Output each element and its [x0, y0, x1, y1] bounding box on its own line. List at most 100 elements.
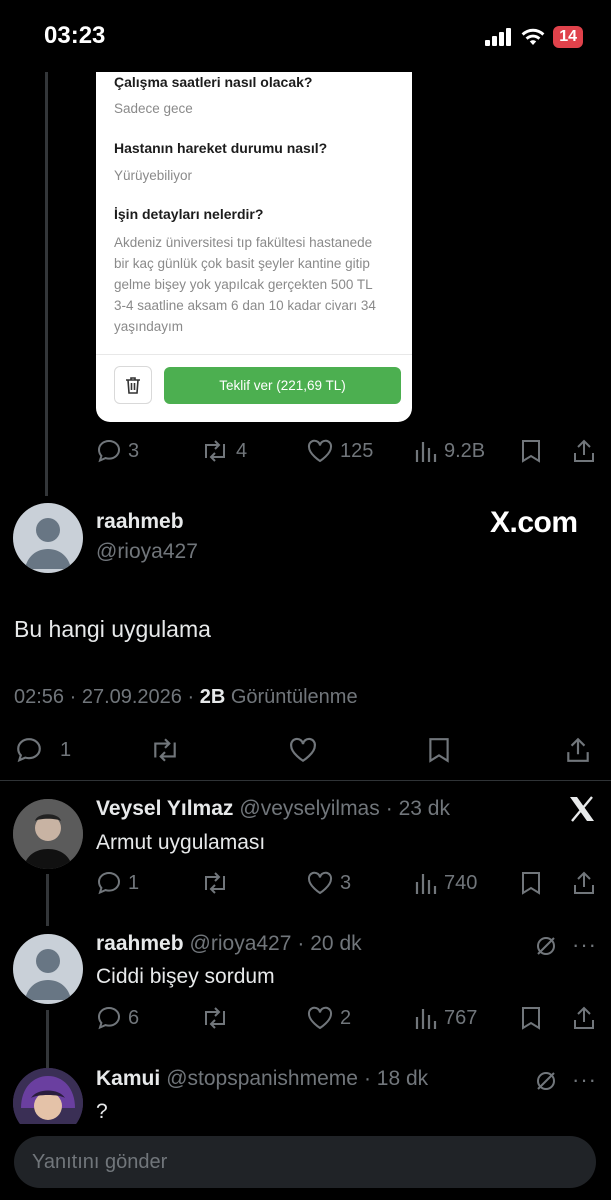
views-icon	[415, 442, 437, 462]
tweet-timestamp[interactable]: 02:56 · 27.09.2026 ·	[14, 686, 194, 708]
bookmark-icon	[522, 872, 540, 895]
quoted-form-card[interactable]: Çalışma saatleri nasıl olacak? Sadece ge…	[96, 72, 412, 422]
bookmark-action[interactable]	[520, 1005, 542, 1031]
reply-action[interactable]: 1	[14, 736, 71, 764]
reply-count: 6	[128, 1006, 140, 1029]
like-action[interactable]: 3	[306, 870, 351, 896]
delete-button[interactable]	[114, 366, 152, 404]
reply-author-handle[interactable]: @stopspanishmeme	[166, 1067, 358, 1091]
divider	[0, 780, 611, 781]
offer-button[interactable]: Teklif ver (221,69 TL)	[164, 367, 401, 404]
more-icon[interactable]: ···	[572, 1067, 597, 1093]
avatar[interactable]	[13, 799, 83, 869]
like-count: 125	[340, 439, 374, 462]
bookmark-action[interactable]	[520, 438, 542, 464]
retweet-icon	[154, 738, 176, 762]
reply-icon	[97, 871, 121, 895]
views-icon	[415, 1009, 437, 1029]
reply-author-handle[interactable]: @rioya427	[190, 932, 292, 956]
share-icon	[567, 737, 589, 762]
reply-age: · 23 dk	[385, 797, 450, 820]
retweet-action[interactable]	[200, 870, 230, 896]
thread-line	[46, 874, 49, 926]
reply-action[interactable]: 6	[96, 1005, 139, 1031]
reply-author-name[interactable]: raahmeb	[96, 932, 184, 956]
view-label: Görüntülenme	[230, 686, 358, 708]
reply-header: raahmeb @rioya427 · 20 dk	[96, 932, 362, 956]
author-name[interactable]: raahmeb	[96, 510, 184, 534]
reply-text: Armut uygulaması	[96, 831, 266, 854]
bookmark-action[interactable]	[426, 736, 452, 764]
reply-text: Ciddi bişey sordum	[96, 965, 275, 988]
bookmark-action[interactable]	[520, 870, 542, 896]
heart-icon	[307, 871, 333, 895]
profile-photo	[13, 799, 83, 869]
reply-icon	[97, 1006, 121, 1030]
avatar[interactable]	[13, 503, 83, 573]
reply-count: 1	[60, 738, 72, 761]
reply-author-handle[interactable]: @veyselyilmas	[239, 797, 379, 821]
reply-action[interactable]: 3	[96, 438, 139, 464]
default-avatar-icon	[25, 949, 71, 1000]
reply-icon	[97, 439, 121, 463]
x-logo-icon	[568, 796, 596, 827]
like-action[interactable]: 2	[306, 1005, 351, 1031]
like-action[interactable]	[287, 736, 319, 764]
retweet-action[interactable]	[200, 1005, 230, 1031]
trash-icon	[126, 377, 140, 394]
form-answer: Sadece gece	[114, 101, 193, 116]
author-handle[interactable]: @rioya427	[96, 540, 198, 564]
wifi-icon	[521, 28, 545, 45]
heart-icon	[290, 737, 316, 763]
reply-author-name[interactable]: Kamui	[96, 1067, 160, 1091]
form-answer-line: gelme bişey yok yapılcak gerçekten 500 T…	[114, 277, 373, 292]
views-action[interactable]: 767	[414, 1005, 477, 1031]
thread-line	[45, 72, 48, 496]
retweet-icon	[205, 1007, 225, 1029]
views-action[interactable]: 740	[414, 870, 477, 896]
retweet-action[interactable]	[148, 736, 182, 764]
share-action[interactable]	[572, 438, 596, 464]
reply-placeholder: Yanıtını gönder	[32, 1151, 168, 1173]
muted-icon[interactable]	[534, 1069, 558, 1098]
retweet-count: 4	[236, 439, 248, 462]
tweet-meta: 02:56 · 27.09.2026 · 2B Görüntülenme	[14, 686, 358, 709]
form-question: Hastanın hareket durumu nasıl?	[114, 140, 328, 156]
reply-input[interactable]: Yanıtını gönder	[14, 1136, 596, 1188]
reply-count: 1	[128, 871, 140, 894]
avatar[interactable]	[13, 934, 83, 1004]
reply-count: 3	[128, 439, 140, 462]
views-action[interactable]: 9.2B	[414, 438, 485, 464]
like-action[interactable]: 125	[306, 438, 373, 464]
status-icons: 14	[485, 26, 583, 48]
retweet-icon	[205, 872, 225, 894]
thread-line	[46, 1010, 49, 1068]
form-answer-line: 3-4 saatline aksam 6 dan 10 kadar civarı…	[114, 298, 376, 313]
share-icon	[574, 871, 594, 894]
bookmark-icon	[429, 738, 449, 763]
heart-icon	[307, 439, 333, 463]
share-action[interactable]	[572, 1005, 596, 1031]
reply-age: · 20 dk	[297, 932, 362, 955]
share-icon	[574, 439, 594, 462]
share-action[interactable]	[564, 736, 592, 764]
views-count: 767	[444, 1006, 478, 1029]
battery-badge: 14	[553, 26, 583, 48]
views-count: 740	[444, 871, 478, 894]
retweet-action[interactable]: 4	[200, 438, 247, 464]
like-count: 3	[340, 871, 352, 894]
reply-age: · 18 dk	[363, 1067, 429, 1090]
heart-icon	[307, 1006, 333, 1030]
muted-icon[interactable]	[534, 934, 558, 963]
status-time: 03:23	[44, 22, 106, 49]
reply-action[interactable]: 1	[96, 870, 139, 896]
view-count: 2B	[199, 686, 226, 708]
share-action[interactable]	[572, 870, 596, 896]
reply-author-name[interactable]: Veysel Yılmaz	[96, 797, 233, 821]
reply-text: ?	[96, 1100, 108, 1123]
tweet-text: Bu hangi uygulama	[14, 616, 211, 642]
more-icon[interactable]: ···	[572, 932, 597, 958]
reply-icon	[17, 738, 41, 763]
reply-header: Veysel Yılmaz @veyselyilmas · 23 dk	[96, 797, 450, 821]
bookmark-icon	[522, 440, 540, 463]
